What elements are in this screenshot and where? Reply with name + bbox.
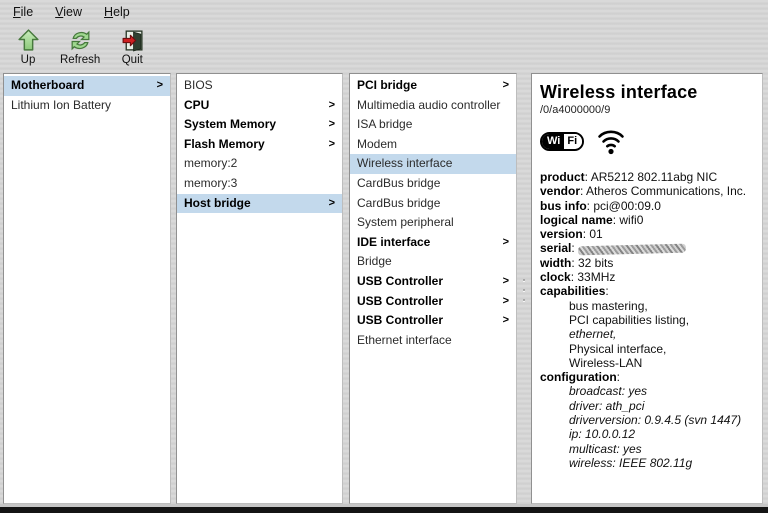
field-width: width: 32 bits: [540, 256, 756, 270]
quit-button[interactable]: Quit: [110, 26, 154, 70]
field-logical-name: logical name: wifi0: [540, 213, 756, 227]
tree-item-wireless-interface[interactable]: Wireless interface: [350, 154, 516, 174]
expander-arrow: >: [503, 272, 509, 292]
up-arrow-icon: [16, 28, 41, 53]
configuration-item: ip: 10.0.0.12: [540, 427, 756, 441]
tree-item-motherboard[interactable]: Motherboard>: [4, 76, 170, 96]
wifi-logo-badge: Wi Fi: [540, 132, 584, 151]
expander-arrow: >: [503, 311, 509, 331]
wifi-signal-icon: [596, 127, 626, 155]
configuration-item: broadcast: yes: [540, 384, 756, 398]
tree-item-memory-2[interactable]: memory:2: [177, 154, 342, 174]
expander-arrow: >: [329, 194, 335, 214]
redacted-serial: [578, 243, 686, 255]
tree-item-ide-interface[interactable]: IDE interface>: [350, 233, 516, 253]
configuration-item: driverversion: 0.9.4.5 (svn 1447): [540, 413, 756, 427]
tree-item-pci-bridge[interactable]: PCI bridge>: [350, 76, 516, 96]
field-vendor: vendor: Atheros Communications, Inc.: [540, 184, 756, 198]
tree-item-memory-3[interactable]: memory:3: [177, 174, 342, 194]
tree-item-system-peripheral[interactable]: System peripheral: [350, 213, 516, 233]
refresh-icon: [68, 28, 93, 53]
tree-item-usb-controller[interactable]: USB Controller>: [350, 311, 516, 331]
tree-item-usb-controller[interactable]: USB Controller>: [350, 272, 516, 292]
device-path: /0/a4000000/9: [540, 104, 756, 116]
expander-arrow: >: [329, 96, 335, 116]
configuration-item: driver: ath_pci: [540, 399, 756, 413]
capability-item: bus mastering,: [540, 299, 756, 313]
up-button[interactable]: Up: [6, 26, 50, 70]
quit-door-icon: [120, 28, 145, 53]
up-button-label: Up: [21, 54, 36, 66]
expander-arrow: >: [157, 76, 163, 96]
capability-item: ethernet,: [540, 327, 756, 341]
device-icons: Wi Fi: [540, 126, 756, 156]
device-fields: product: AR5212 802.11abg NICvendor: Ath…: [540, 170, 756, 470]
refresh-button[interactable]: Refresh: [56, 26, 104, 70]
device-tree-column-2: BIOSCPU>System Memory>Flash Memory>memor…: [176, 73, 343, 504]
menu-help[interactable]: Help: [95, 2, 139, 22]
field-version: version: 01: [540, 227, 756, 241]
field-configuration: configuration:: [540, 370, 756, 384]
tree-item-flash-memory[interactable]: Flash Memory>: [177, 135, 342, 155]
quit-button-label: Quit: [122, 54, 143, 66]
tree-item-isa-bridge[interactable]: ISA bridge: [350, 115, 516, 135]
expander-arrow: >: [503, 233, 509, 253]
lshw-window: FileViewHelp Up Refresh: [0, 0, 768, 513]
expander-arrow: >: [329, 115, 335, 135]
menubar: FileViewHelp: [0, 0, 768, 24]
tree-item-modem[interactable]: Modem: [350, 135, 516, 155]
field-clock: clock: 33MHz: [540, 270, 756, 284]
field-bus-info: bus info: pci@00:09.0: [540, 199, 756, 213]
tree-item-usb-controller[interactable]: USB Controller>: [350, 292, 516, 312]
field-serial: serial:: [540, 241, 756, 255]
tree-item-cardbus-bridge[interactable]: CardBus bridge: [350, 194, 516, 214]
field-product: product: AR5212 802.11abg NIC: [540, 170, 756, 184]
menu-file[interactable]: File: [4, 2, 42, 22]
toolbar: Up Refresh Quit: [0, 24, 160, 72]
wifi-badge-fi: Fi: [563, 134, 582, 149]
tree-item-system-memory[interactable]: System Memory>: [177, 115, 342, 135]
wifi-badge-wi: Wi: [542, 134, 563, 149]
expander-arrow: >: [503, 292, 509, 312]
tree-item-bios[interactable]: BIOS: [177, 76, 342, 96]
expander-arrow: >: [329, 135, 335, 155]
device-details-panel: Wireless interface /0/a4000000/9 Wi Fi p…: [531, 73, 763, 504]
tree-item-cardbus-bridge[interactable]: CardBus bridge: [350, 174, 516, 194]
menu-view[interactable]: View: [46, 2, 91, 22]
tree-item-ethernet-interface[interactable]: Ethernet interface: [350, 331, 516, 351]
taskbar-strip: [0, 507, 768, 513]
tree-item-multimedia-audio-controller[interactable]: Multimedia audio controller: [350, 96, 516, 116]
capability-item: Physical interface,: [540, 342, 756, 356]
pane-resize-grip[interactable]: [521, 277, 526, 303]
device-tree-column-3: PCI bridge>Multimedia audio controllerIS…: [349, 73, 517, 504]
refresh-button-label: Refresh: [60, 54, 100, 66]
device-tree-column-1: Motherboard>Lithium Ion Battery: [3, 73, 171, 504]
configuration-item: wireless: IEEE 802.11g: [540, 456, 756, 470]
expander-arrow: >: [503, 76, 509, 96]
tree-item-bridge[interactable]: Bridge: [350, 252, 516, 272]
tree-item-cpu[interactable]: CPU>: [177, 96, 342, 116]
capability-item: PCI capabilities listing,: [540, 313, 756, 327]
tree-item-lithium-ion-battery[interactable]: Lithium Ion Battery: [4, 96, 170, 116]
device-title: Wireless interface: [540, 82, 756, 103]
capability-item: Wireless-LAN: [540, 356, 756, 370]
configuration-item: multicast: yes: [540, 442, 756, 456]
field-capabilities: capabilities:: [540, 284, 756, 298]
tree-item-host-bridge[interactable]: Host bridge>: [177, 194, 342, 214]
